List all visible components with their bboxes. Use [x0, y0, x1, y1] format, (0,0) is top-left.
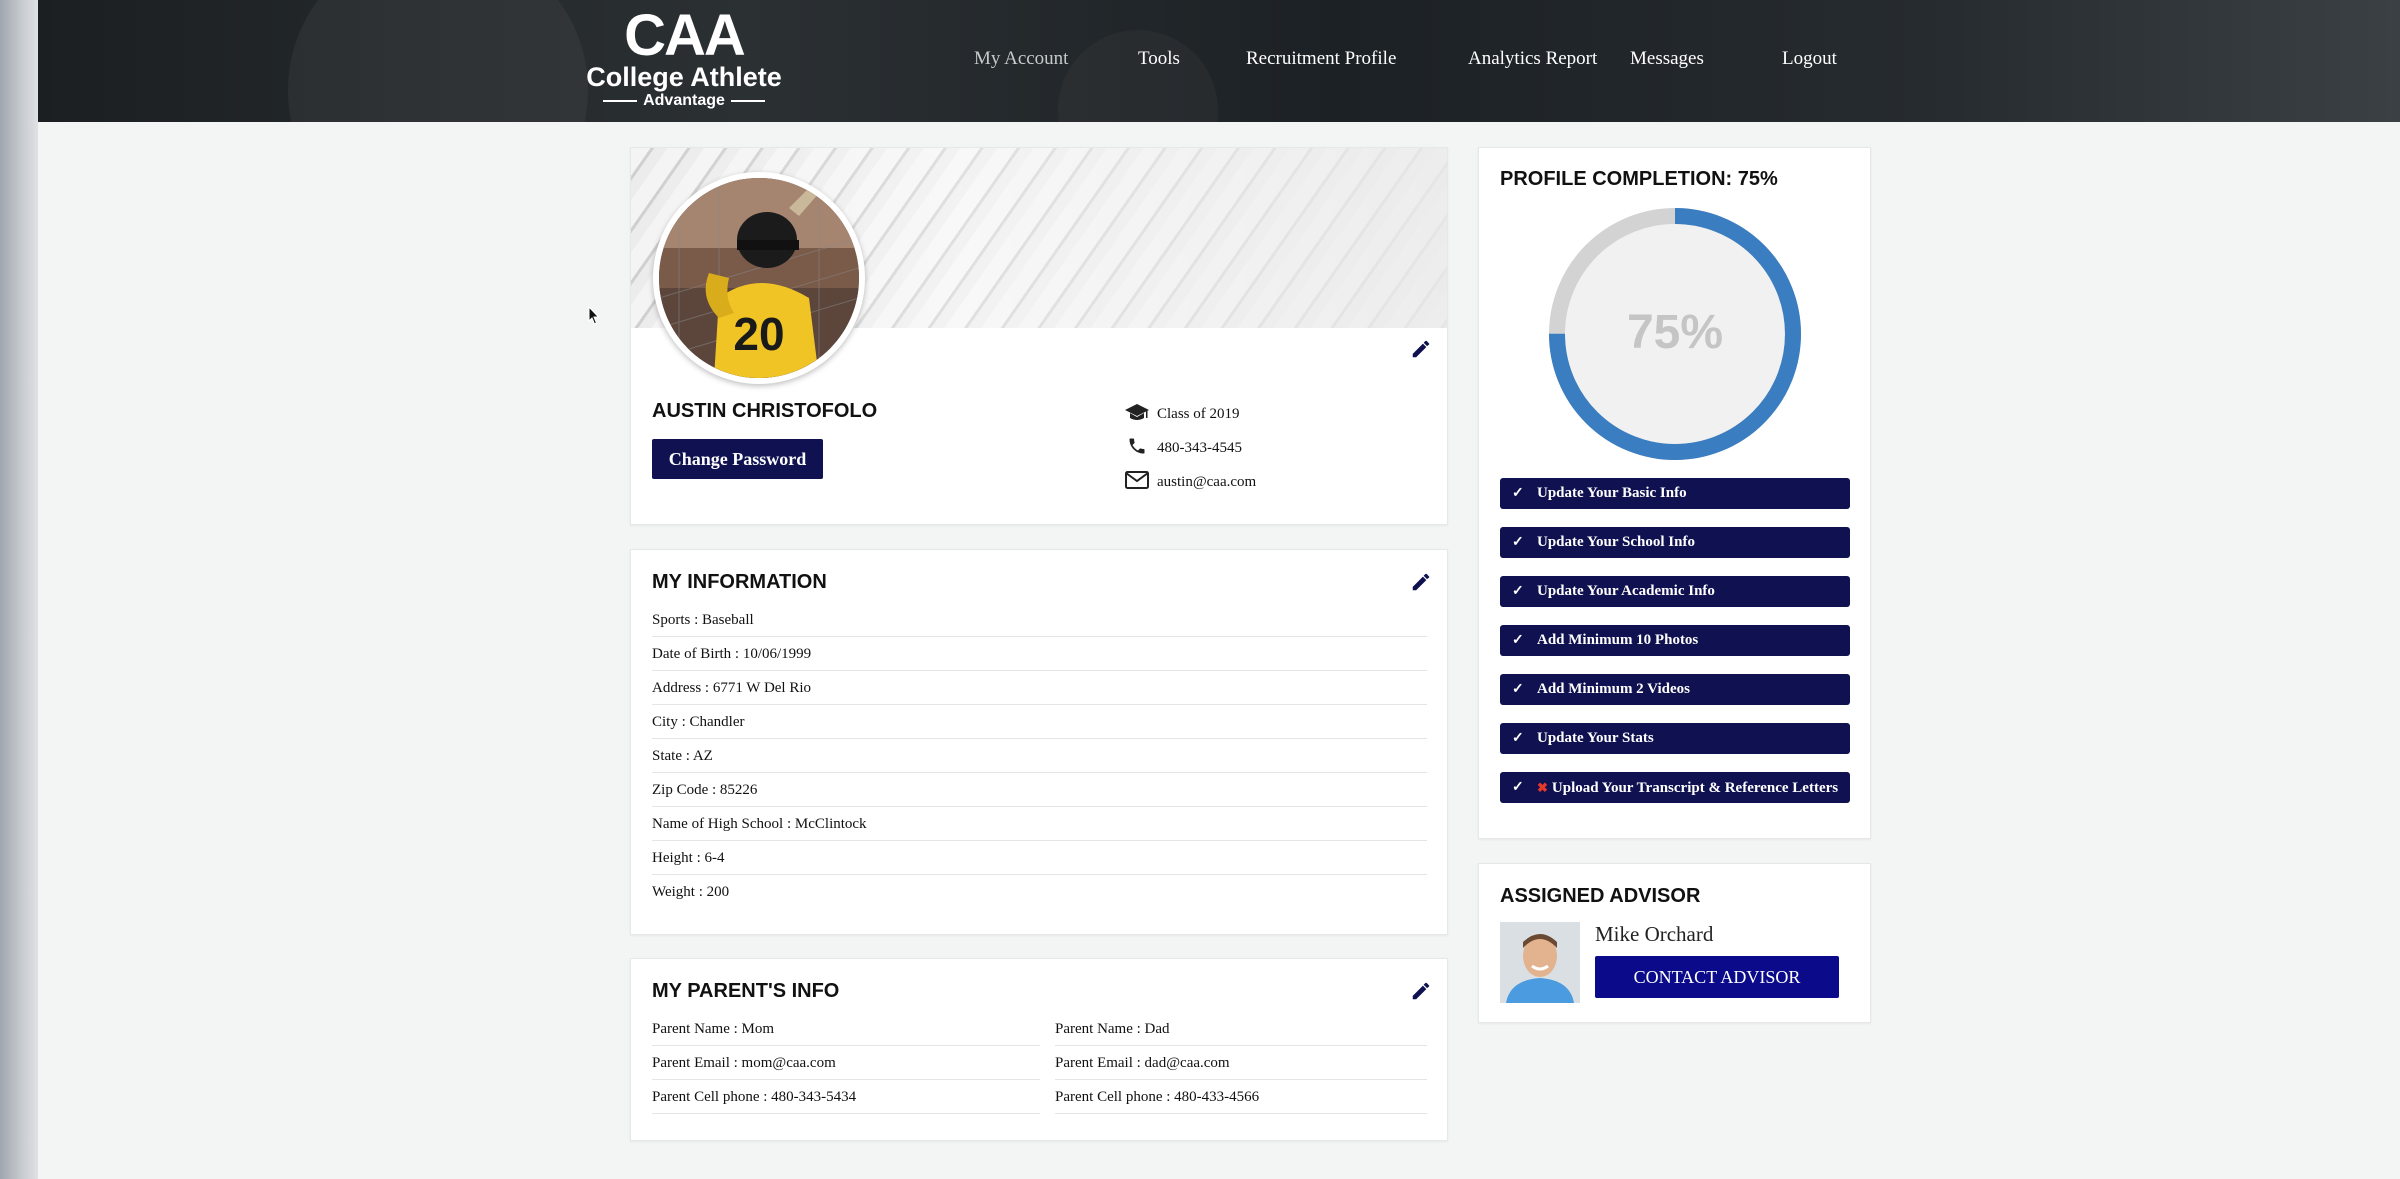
email-icon	[1125, 471, 1149, 489]
incomplete-x-icon: ✖	[1537, 780, 1548, 795]
checkmark-icon: ✓	[1512, 584, 1524, 599]
checkmark-icon: ✓	[1512, 731, 1524, 746]
task-update-academic-info[interactable]: ✓ Update Your Academic Info	[1500, 576, 1850, 607]
logo-tagline: Advantage	[584, 92, 784, 110]
completion-ring-label: 75%	[1627, 306, 1723, 359]
task-label: Update Your Basic Info	[1537, 485, 1687, 501]
checkmark-icon: ✓	[1512, 633, 1524, 648]
contact-advisor-button[interactable]: CONTACT ADVISOR	[1595, 956, 1839, 998]
task-label: Add Minimum 10 Photos	[1537, 632, 1699, 648]
info-height: Height : 6-4	[652, 841, 1427, 875]
task-update-basic-info[interactable]: ✓ Update Your Basic Info	[1500, 478, 1850, 509]
graduation-cap-icon	[1125, 404, 1149, 420]
task-label: Upload Your Transcript & Reference Lette…	[1551, 780, 1839, 796]
nav-tools[interactable]: Tools	[1138, 48, 1180, 70]
left-window-edge	[0, 0, 38, 1179]
task-label: Update Your Stats	[1537, 730, 1654, 746]
edit-information-pencil-icon[interactable]	[1410, 571, 1432, 593]
header-background-decoration	[288, 0, 588, 122]
caa-logo[interactable]: CAA College Athlete Advantage	[584, 3, 784, 112]
mouse-cursor-icon	[588, 306, 600, 325]
profile-completion-card: PROFILE COMPLETION: 75% 75% ✓ Update Your…	[1478, 147, 1871, 839]
task-label: Update Your Academic Info	[1537, 583, 1715, 599]
parent2-cell: Parent Cell phone : 480-433-4566	[1055, 1080, 1427, 1114]
task-label-with-status: ✖ Upload Your Transcript & Reference Lett…	[1537, 772, 1838, 804]
advisor-name: Mike Orchard	[1595, 922, 1714, 946]
parent1-name: Parent Name : Mom	[652, 1012, 1040, 1046]
site-header: CAA College Athlete Advantage My Account…	[38, 0, 2400, 122]
logo-caa-text: CAA	[624, 3, 746, 68]
task-label: Update Your School Info	[1537, 534, 1695, 550]
profile-completion-value: 75%	[1737, 168, 1778, 190]
parents-info-title: MY PARENT'S INFO	[652, 980, 840, 1002]
athlete-photo: 20	[659, 178, 859, 378]
task-update-stats[interactable]: ✓ Update Your Stats	[1500, 723, 1850, 754]
assigned-advisor-card: ASSIGNED ADVISOR Mike Orchard CONTACT AD…	[1478, 863, 1871, 1023]
info-high-school: Name of High School : McClintock	[652, 807, 1427, 841]
checkmark-icon: ✓	[1512, 535, 1524, 550]
info-date-of-birth: Date of Birth : 10/06/1999	[652, 637, 1427, 671]
profile-avatar[interactable]: 20	[653, 172, 865, 384]
parent2-name: Parent Name : Dad	[1055, 1012, 1427, 1046]
task-add-videos[interactable]: ✓ Add Minimum 2 Videos	[1500, 674, 1850, 705]
nav-analytics-report[interactable]: Analytics Report	[1468, 48, 1597, 70]
nav-messages[interactable]: Messages	[1630, 48, 1704, 70]
change-password-button[interactable]: Change Password	[652, 439, 823, 479]
phone-number: 480-343-4545	[1157, 440, 1242, 456]
jersey-number: 20	[733, 308, 784, 360]
task-update-school-info[interactable]: ✓ Update Your School Info	[1500, 527, 1850, 558]
class-year: Class of 2019	[1157, 406, 1240, 422]
profile-name: AUSTIN CHRISTOFOLO	[652, 400, 878, 422]
checkmark-icon: ✓	[1512, 486, 1524, 501]
my-information-title: MY INFORMATION	[652, 571, 827, 593]
checkmark-icon: ✓	[1512, 682, 1524, 697]
task-add-photos[interactable]: ✓ Add Minimum 10 Photos	[1500, 625, 1850, 656]
task-upload-transcript[interactable]: ✓ ✖ Upload Your Transcript & Reference Let…	[1500, 772, 1850, 803]
phone-icon	[1129, 438, 1145, 454]
info-weight: Weight : 200	[652, 884, 730, 900]
task-label: Add Minimum 2 Videos	[1537, 681, 1690, 697]
my-information-card: MY INFORMATION Sports : Baseball Date of…	[630, 549, 1448, 935]
header-background-decoration	[1058, 30, 1218, 122]
parent1-email: Parent Email : mom@caa.com	[652, 1046, 1040, 1080]
parent1-cell: Parent Cell phone : 480-343-5434	[652, 1080, 1040, 1114]
info-state: State : AZ	[652, 739, 1427, 773]
info-city: City : Chandler	[652, 705, 1427, 739]
advisor-avatar	[1500, 922, 1580, 1003]
profile-completion-title: PROFILE COMPLETION: 75%	[1500, 168, 1778, 191]
edit-parents-pencil-icon[interactable]	[1410, 980, 1432, 1002]
edit-profile-pencil-icon[interactable]	[1410, 338, 1432, 360]
checkmark-icon: ✓	[1512, 780, 1524, 795]
parent2-email: Parent Email : dad@caa.com	[1055, 1046, 1427, 1080]
profile-completion-label: PROFILE COMPLETION:	[1500, 168, 1733, 190]
nav-recruitment-profile[interactable]: Recruitment Profile	[1246, 48, 1396, 70]
advisor-photo	[1500, 922, 1580, 1003]
profile-card: 20 AUSTIN CHRISTOFOLO Change Password Cl…	[630, 147, 1448, 525]
completion-ring-chart: 75%	[1549, 208, 1801, 460]
email-address[interactable]: austin@caa.com	[1157, 474, 1256, 491]
parents-info-card: MY PARENT'S INFO Parent Name : Mom Paren…	[630, 958, 1448, 1141]
nav-logout[interactable]: Logout	[1782, 48, 1837, 70]
info-sports: Sports : Baseball	[652, 603, 1427, 637]
info-address: Address : 6771 W Del Rio	[652, 671, 1427, 705]
assigned-advisor-title: ASSIGNED ADVISOR	[1500, 885, 1701, 907]
info-zip-code: Zip Code : 85226	[652, 773, 1427, 807]
nav-my-account[interactable]: My Account	[974, 48, 1068, 70]
logo-name-text: College Athlete	[586, 62, 782, 92]
logo-advantage-text: Advantage	[643, 92, 725, 109]
